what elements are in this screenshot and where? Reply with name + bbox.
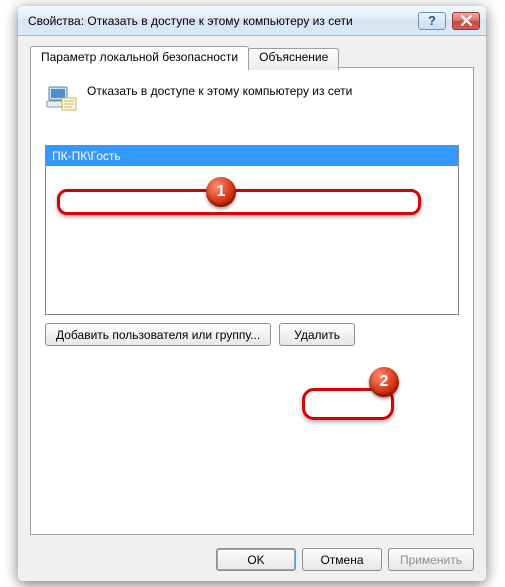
button-label: Применить bbox=[400, 553, 462, 567]
dialog-window: Свойства: Отказать в доступе к этому ком… bbox=[18, 6, 486, 581]
remove-button[interactable]: Удалить bbox=[279, 323, 355, 346]
help-button[interactable]: ? bbox=[418, 12, 446, 30]
tab-page: Отказать в доступе к этому компьютеру из… bbox=[30, 67, 474, 535]
dialog-buttons: OK Отмена Применить bbox=[216, 548, 474, 571]
window-title: Свойства: Отказать в доступе к этому ком… bbox=[28, 14, 412, 28]
ok-button[interactable]: OK bbox=[216, 548, 296, 571]
tab-explain[interactable]: Объяснение bbox=[248, 48, 339, 70]
close-icon bbox=[461, 15, 472, 26]
list-item[interactable]: ПК-ПК\Гость bbox=[46, 146, 458, 166]
button-label: Отмена bbox=[320, 553, 363, 567]
list-item-label: ПК-ПК\Гость bbox=[52, 149, 121, 163]
tab-label: Параметр локальной безопасности bbox=[41, 50, 238, 64]
tab-local-security-setting[interactable]: Параметр локальной безопасности bbox=[30, 46, 249, 68]
titlebar[interactable]: Свойства: Отказать в доступе к этому ком… bbox=[18, 6, 486, 36]
close-button[interactable] bbox=[452, 12, 480, 30]
button-label: OK bbox=[247, 553, 264, 567]
button-label: Удалить bbox=[294, 328, 340, 342]
add-user-or-group-button[interactable]: Добавить пользователя или группу... bbox=[45, 323, 271, 346]
client-area: Параметр локальной безопасности Объяснен… bbox=[18, 36, 486, 581]
principals-listbox[interactable]: ПК-ПК\Гость bbox=[45, 145, 459, 315]
policy-title: Отказать в доступе к этому компьютеру из… bbox=[87, 82, 352, 98]
tab-label: Объяснение bbox=[259, 50, 328, 64]
policy-header: Отказать в доступе к этому компьютеру из… bbox=[45, 82, 459, 117]
tab-strip: Параметр локальной безопасности Объяснен… bbox=[30, 46, 474, 68]
help-icon: ? bbox=[428, 13, 436, 28]
policy-icon bbox=[45, 82, 77, 117]
apply-button: Применить bbox=[388, 548, 474, 571]
button-label: Добавить пользователя или группу... bbox=[56, 328, 260, 342]
list-buttons-row: Добавить пользователя или группу... Удал… bbox=[45, 323, 459, 346]
cancel-button[interactable]: Отмена bbox=[302, 548, 382, 571]
